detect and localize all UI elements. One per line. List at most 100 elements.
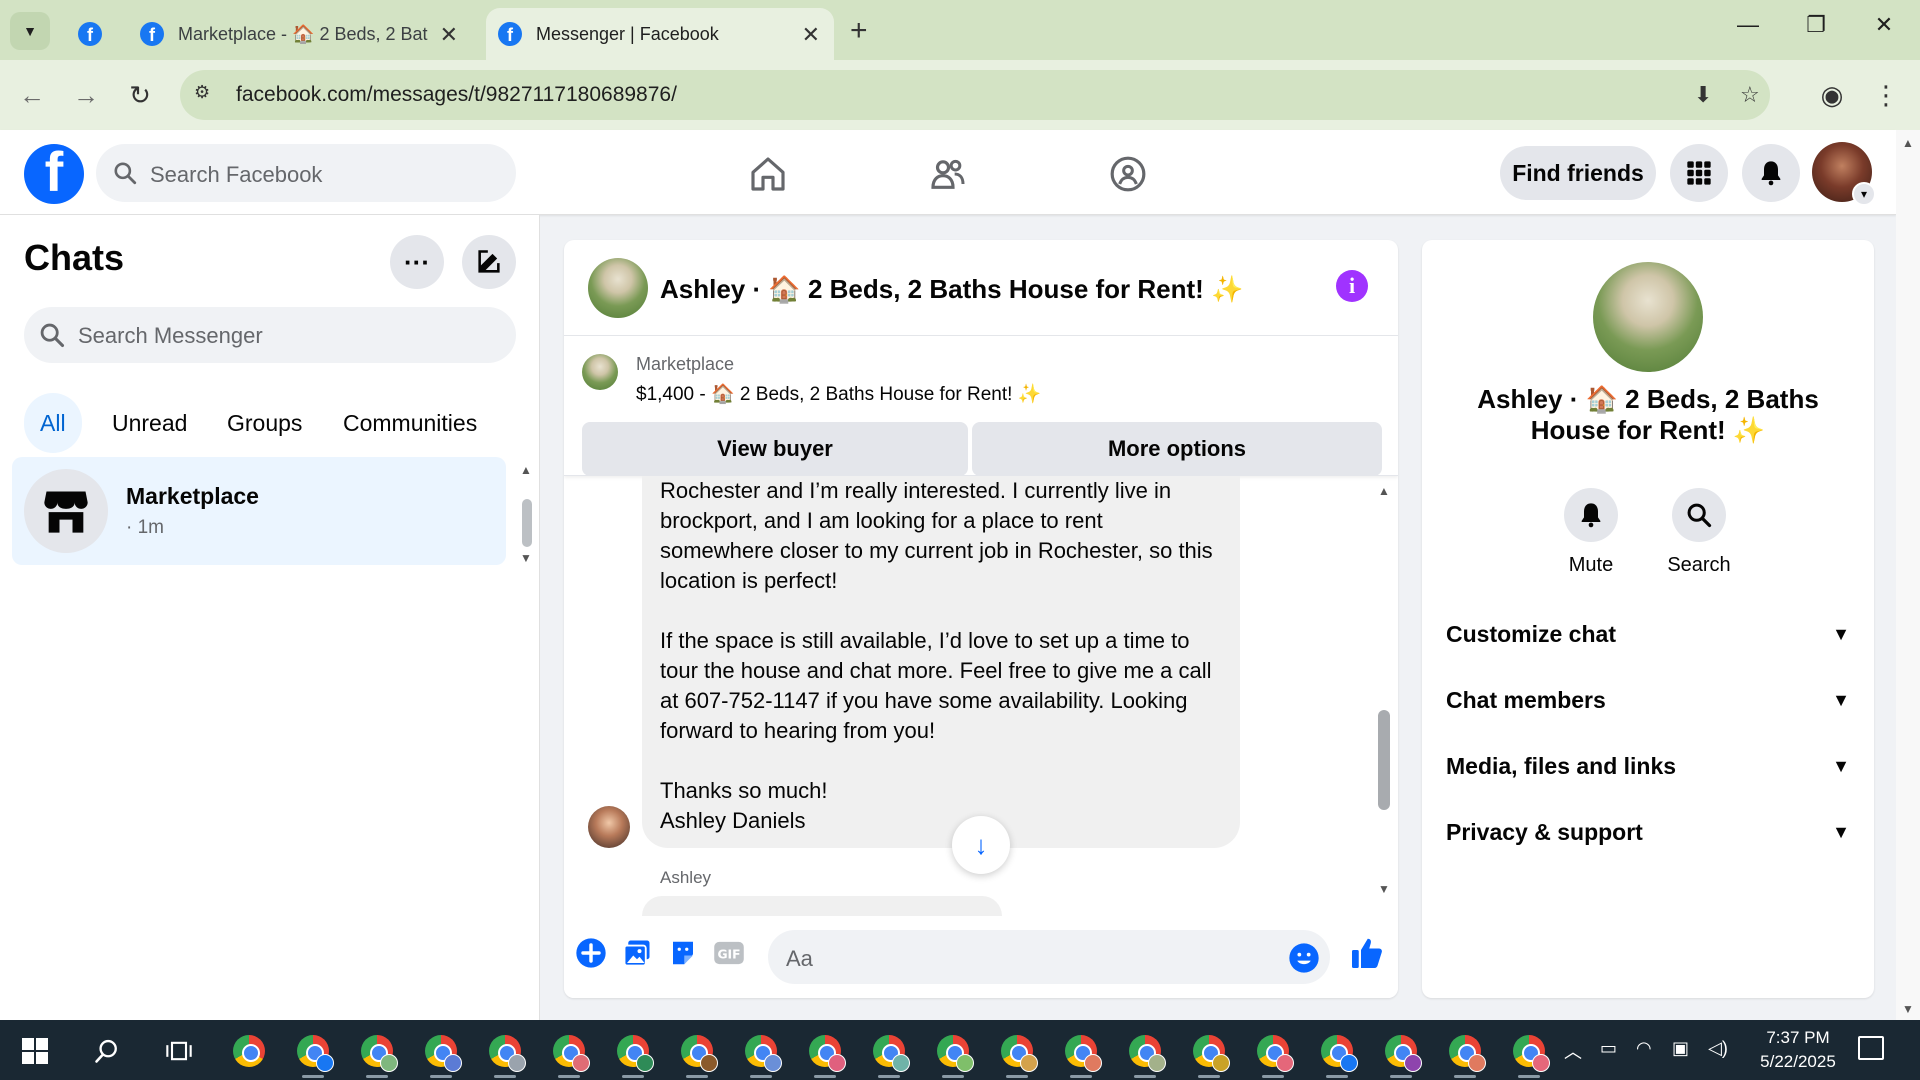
chrome-profile-icon[interactable] (422, 1032, 462, 1078)
battery-icon[interactable]: ▭ (1600, 1038, 1617, 1059)
more-options-button[interactable]: More options (972, 422, 1382, 476)
scroll-thumb[interactable] (1378, 710, 1390, 810)
filter-groups[interactable]: Groups (211, 393, 318, 453)
scroll-up-arrow-icon[interactable]: ▲ (1378, 484, 1390, 498)
home-nav-icon[interactable] (738, 150, 798, 198)
chrome-icon[interactable] (230, 1032, 268, 1070)
tab-search-dropdown-icon[interactable]: ▼ (10, 12, 50, 50)
page-scrollbar[interactable]: ▲ ▼ (1896, 130, 1920, 1020)
filter-communities[interactable]: Communities (327, 393, 493, 453)
more-options-icon[interactable]: ··· (390, 235, 444, 289)
wifi-icon[interactable]: ◠ (1636, 1038, 1652, 1059)
windows-start-icon[interactable] (22, 1038, 48, 1064)
scroll-down-arrow-icon[interactable]: ▼ (1902, 1002, 1914, 1016)
close-window-icon[interactable]: ✕ (1864, 12, 1904, 38)
chat-list-item[interactable]: Marketplace · 1m (12, 457, 506, 565)
menu-grid-icon[interactable] (1670, 144, 1728, 202)
chrome-profile-icon[interactable] (1510, 1032, 1550, 1078)
tab-marketplace[interactable]: f Marketplace - 🏠 2 Beds, 2 Bat ✕ (132, 8, 472, 60)
restore-icon[interactable]: ❐ (1796, 12, 1836, 38)
info-icon[interactable]: i (1336, 270, 1368, 302)
chat-members-section[interactable]: Chat members ▼ (1446, 680, 1850, 720)
chat-list-scrollbar[interactable]: ▲ ▼ (516, 463, 536, 565)
attach-photo-icon[interactable] (620, 936, 654, 970)
media-files-links-section[interactable]: Media, files and links ▼ (1446, 746, 1850, 786)
close-tab-icon[interactable]: ✕ (802, 22, 820, 48)
chrome-profile-icon[interactable] (742, 1032, 782, 1078)
scroll-up-arrow-icon[interactable]: ▲ (520, 463, 532, 477)
message-bubble[interactable]: Rochester and I’m really interested. I c… (642, 476, 1240, 848)
profile-icon[interactable]: ◉ (1812, 80, 1852, 111)
tray-chevron-up-icon[interactable]: ︿ (1564, 1038, 1582, 1064)
listing-price-title[interactable]: $1,400 - 🏠 2 Beds, 2 Baths House for Ren… (636, 382, 1041, 406)
chrome-profile-icon[interactable] (550, 1032, 590, 1078)
search-conversation-button[interactable]: Search (1654, 488, 1744, 577)
sticker-icon[interactable] (666, 936, 700, 970)
emoji-icon[interactable] (1288, 942, 1320, 979)
sender-avatar[interactable] (588, 806, 630, 848)
like-thumbs-up-icon[interactable] (1346, 932, 1388, 974)
search-messenger-input[interactable]: Search Messenger (24, 307, 516, 363)
privacy-support-section[interactable]: Privacy & support ▼ (1446, 812, 1850, 852)
close-tab-icon[interactable]: ✕ (440, 22, 458, 48)
facebook-search-input[interactable]: Search Facebook (96, 144, 516, 202)
address-bar[interactable]: ⚙ facebook.com/messages/t/98271171806898… (180, 70, 1770, 120)
chrome-profile-icon[interactable] (294, 1032, 334, 1078)
groups-nav-icon[interactable] (1098, 150, 1158, 198)
friends-nav-icon[interactable] (918, 150, 978, 198)
chrome-profile-icon[interactable] (678, 1032, 718, 1078)
gif-icon[interactable]: GIF (712, 936, 746, 970)
notifications-bell-icon[interactable] (1742, 144, 1800, 202)
account-avatar[interactable]: ▾ (1812, 142, 1876, 206)
chrome-profile-icon[interactable] (870, 1032, 910, 1078)
chrome-profile-icon[interactable] (998, 1032, 1038, 1078)
chrome-profile-icon[interactable] (1254, 1032, 1294, 1078)
view-buyer-button[interactable]: View buyer (582, 422, 968, 476)
chrome-profile-icon[interactable] (1318, 1032, 1358, 1078)
conversation-title[interactable]: Ashley · 🏠 2 Beds, 2 Baths House for Ren… (660, 274, 1243, 305)
scroll-to-bottom-arrow-icon[interactable]: ↓ (952, 816, 1010, 874)
chrome-profile-icon[interactable] (358, 1032, 398, 1078)
minimize-icon[interactable]: — (1728, 12, 1768, 38)
scroll-down-arrow-icon[interactable]: ▼ (520, 551, 532, 565)
filter-unread[interactable]: Unread (96, 393, 203, 453)
listing-avatar[interactable] (588, 258, 648, 318)
reload-icon[interactable]: ↻ (120, 80, 160, 111)
task-view-icon[interactable] (160, 1032, 198, 1070)
forward-icon[interactable]: → (66, 80, 106, 111)
taskbar-clock[interactable]: 7:37 PM 5/22/2025 (1738, 1026, 1858, 1074)
taskbar-search-icon[interactable] (88, 1032, 126, 1070)
bookmark-star-icon[interactable]: ☆ (1740, 82, 1760, 108)
chrome-profile-icon[interactable] (614, 1032, 654, 1078)
chrome-profile-icon[interactable] (934, 1032, 974, 1078)
scroll-down-arrow-icon[interactable]: ▼ (1378, 882, 1390, 896)
customize-chat-section[interactable]: Customize chat ▼ (1446, 614, 1850, 654)
url-text[interactable]: facebook.com/messages/t/9827117180689876… (236, 83, 677, 107)
chrome-profile-icon[interactable] (1126, 1032, 1166, 1078)
message-input[interactable]: Aa (768, 930, 1330, 984)
install-app-icon[interactable]: ⬇ (1694, 82, 1712, 108)
site-info-icon[interactable]: ⚙ (194, 82, 220, 108)
conversation-scrollbar[interactable]: ▲ ▼ (1374, 484, 1394, 904)
add-plus-icon[interactable] (574, 936, 608, 970)
scroll-thumb[interactable] (522, 499, 532, 547)
chrome-profile-icon[interactable] (486, 1032, 526, 1078)
mute-button[interactable]: Mute (1546, 488, 1636, 577)
new-tab-icon[interactable]: + (850, 14, 868, 48)
chrome-profile-icon[interactable] (1382, 1032, 1422, 1078)
chrome-profile-icon[interactable] (806, 1032, 846, 1078)
facebook-logo[interactable]: f (24, 144, 84, 204)
pinned-facebook-tab[interactable]: f (68, 8, 112, 60)
notification-center-icon[interactable] (1858, 1036, 1884, 1060)
chrome-profile-icon[interactable] (1446, 1032, 1486, 1078)
menu-kebab-icon[interactable]: ⋮ (1866, 80, 1906, 111)
new-message-icon[interactable] (462, 235, 516, 289)
listing-large-avatar[interactable] (1593, 262, 1703, 372)
back-icon[interactable]: ← (12, 80, 52, 111)
filter-all[interactable]: All (24, 393, 82, 453)
chrome-profile-icon[interactable] (1190, 1032, 1230, 1078)
scroll-up-arrow-icon[interactable]: ▲ (1902, 136, 1914, 150)
listing-thumbnail[interactable] (582, 354, 618, 390)
find-friends-button[interactable]: Find friends (1500, 146, 1656, 200)
camera-icon[interactable]: ▣ (1672, 1038, 1689, 1059)
